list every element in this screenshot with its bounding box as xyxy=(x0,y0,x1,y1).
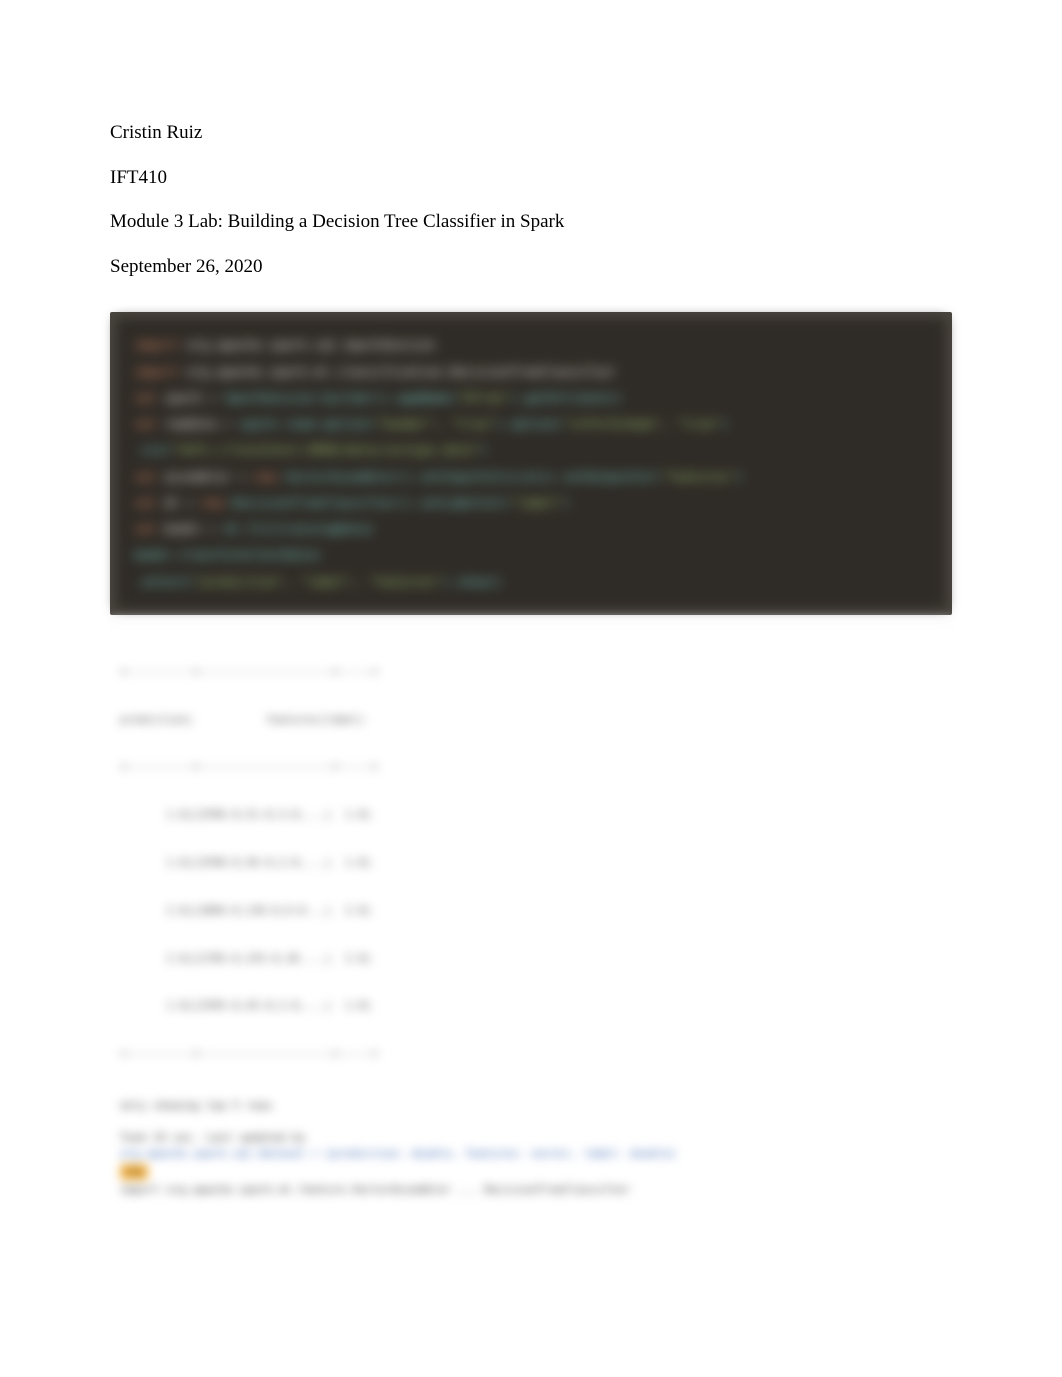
code-line: val model = dt.fit(trainingData) xyxy=(134,516,928,542)
spark-result-line: org.apache.spark.sql.Dataset = [predicti… xyxy=(120,1146,942,1162)
code-line: .select("prediction", "label", "features… xyxy=(134,569,928,595)
title-line: Module 3 Lab: Building a Decision Tree C… xyxy=(110,209,952,236)
import-echo-line: import org.apache.spark.ml.feature.Vecto… xyxy=(120,1182,942,1198)
output-table: +----------+--------------------+-----+ … xyxy=(120,632,942,1094)
code-line: import org.apache.spark.sql.SparkSession xyxy=(134,332,928,358)
code-editor: import org.apache.spark.sql.SparkSession… xyxy=(116,318,946,609)
date-line: September 26, 2020 xyxy=(110,254,952,281)
result-badge: res xyxy=(120,1164,148,1180)
code-line: val spark = SparkSession.builder().appNa… xyxy=(134,385,928,411)
document-header: Cristin Ruiz IFT410 Module 3 Lab: Buildi… xyxy=(110,120,952,280)
output-note: only showing top 5 rows xyxy=(120,1098,942,1114)
code-line: val dt = new DecisionTreeClassifier().se… xyxy=(134,490,928,516)
code-line: .csv("hdfs://localhost:9000/data/covtype… xyxy=(134,437,928,463)
embedded-screenshot: import org.apache.spark.sql.SparkSession… xyxy=(110,312,952,1203)
code-line: model.transform(testData) xyxy=(134,542,928,568)
course-line: IFT410 xyxy=(110,165,952,192)
code-line: import org.apache.spark.ml.classificatio… xyxy=(134,359,928,385)
code-line: val rawData = spark.read.option("header"… xyxy=(134,411,928,437)
console-output: +----------+--------------------+-----+ … xyxy=(110,619,952,1204)
code-line: val assembler = new VectorAssembler().se… xyxy=(134,464,928,490)
ide-window: import org.apache.spark.sql.SparkSession… xyxy=(110,312,952,615)
timing-line: Took 24 sec. Last updated by xyxy=(120,1130,942,1146)
author-line: Cristin Ruiz xyxy=(110,120,952,147)
